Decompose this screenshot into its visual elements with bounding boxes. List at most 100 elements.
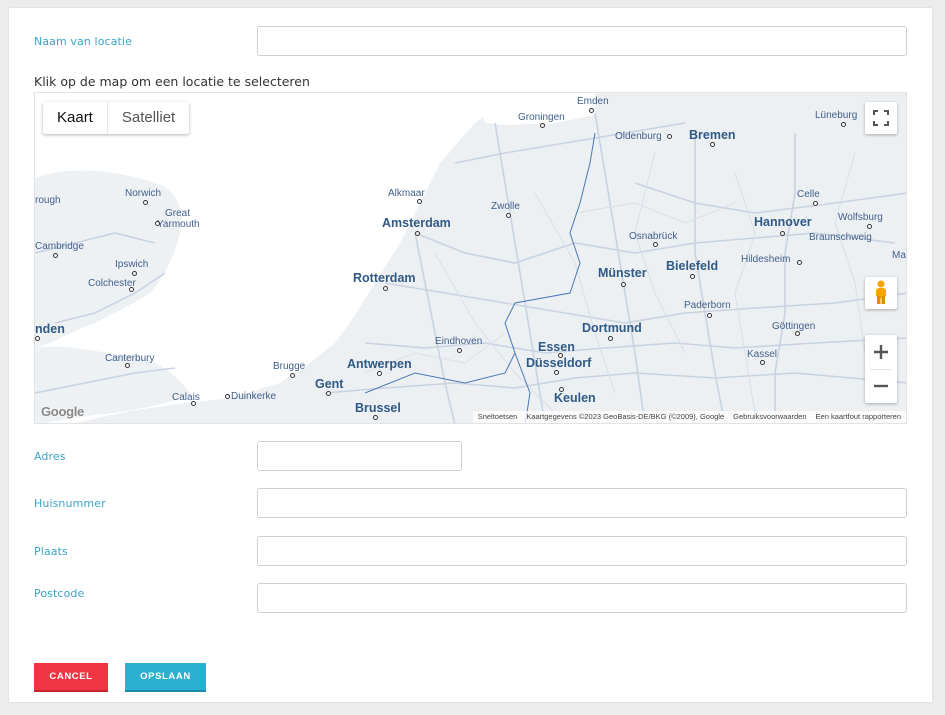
map-data-text: Kaartgegevens ©2023 GeoBasis-DE/BKG (©20… xyxy=(526,412,725,421)
city-label: Alkmaar xyxy=(388,188,425,199)
city-label: Great xyxy=(165,208,191,219)
city-input[interactable] xyxy=(257,536,907,566)
city-label: Göttingen xyxy=(772,321,816,332)
pegman-icon xyxy=(876,280,886,304)
postcode-label: Postcode xyxy=(34,587,85,600)
city-label: Gent xyxy=(315,377,344,391)
city-label: Wolfsburg xyxy=(838,212,883,223)
plus-icon xyxy=(874,345,888,359)
city-marker xyxy=(813,201,818,206)
city-label: Düsseldorf xyxy=(526,356,592,370)
cancel-button[interactable]: CANCEL xyxy=(34,663,108,690)
city-marker xyxy=(760,360,765,365)
postcode-input[interactable] xyxy=(257,583,907,613)
city-label: Duinkerke xyxy=(231,391,277,402)
city-label: Bielefeld xyxy=(666,259,719,273)
streetview-pegman-button[interactable] xyxy=(865,277,897,309)
city-marker xyxy=(506,213,511,218)
city-field-label: Plaats xyxy=(34,545,68,558)
city-marker xyxy=(710,142,715,147)
city-marker xyxy=(225,394,230,399)
city-marker xyxy=(608,336,613,341)
city-marker xyxy=(540,123,545,128)
keyboard-shortcuts-link[interactable]: Sneltoetsen xyxy=(478,411,518,423)
city-marker xyxy=(797,260,802,265)
city-label: Celle xyxy=(797,189,820,200)
city-label: Eindhoven xyxy=(435,336,483,347)
city-label: Lüneburg xyxy=(815,110,858,121)
report-error-link[interactable]: Een kaartfout rapporteren xyxy=(816,411,901,423)
map-type-kaart-button[interactable]: Kaart xyxy=(43,102,108,134)
city-marker xyxy=(841,122,846,127)
city-label: Oldenburg xyxy=(615,131,662,142)
city-marker xyxy=(35,336,40,341)
city-marker xyxy=(290,373,295,378)
name-label: Naam van locatie xyxy=(34,35,132,48)
city-label: Brugge xyxy=(273,361,306,372)
zoom-out-button[interactable] xyxy=(865,369,897,403)
zoom-divider xyxy=(870,369,892,370)
city-marker xyxy=(554,370,559,375)
address-label: Adres xyxy=(34,450,66,463)
city-marker xyxy=(457,348,462,353)
city-marker xyxy=(795,331,800,336)
city-marker xyxy=(621,282,626,287)
city-label: Keulen xyxy=(554,391,596,405)
city-marker xyxy=(191,401,196,406)
city-label: Canterbury xyxy=(105,353,155,364)
map[interactable]: Emden Groningen Oldenburg Bremen Lünebur… xyxy=(34,92,907,424)
city-label: Norwich xyxy=(125,188,162,199)
city-label: Münster xyxy=(598,266,647,280)
city-marker xyxy=(867,224,872,229)
city-marker xyxy=(667,134,672,139)
city-label: Kassel xyxy=(747,349,778,360)
city-label: Paderborn xyxy=(684,300,731,311)
google-logo: Google xyxy=(41,404,84,419)
city-label: Hildesheim xyxy=(741,254,791,265)
city-label: nden xyxy=(35,322,65,336)
city-marker xyxy=(132,271,137,276)
minus-icon xyxy=(874,384,888,388)
city-label: rough xyxy=(35,195,61,206)
city-marker xyxy=(377,371,382,376)
fullscreen-icon xyxy=(873,110,889,126)
city-label: Yarmouth xyxy=(157,219,200,230)
address-input[interactable] xyxy=(257,441,462,471)
city-label: Brussel xyxy=(355,401,401,415)
city-label: Osnabrück xyxy=(629,231,678,242)
fullscreen-button[interactable] xyxy=(865,102,897,134)
city-label: Zwolle xyxy=(491,201,520,212)
city-label: Cambridge xyxy=(35,241,84,252)
housenumber-label: Huisnummer xyxy=(34,497,106,510)
city-label: Antwerpen xyxy=(347,357,412,371)
city-marker xyxy=(373,415,378,420)
city-marker xyxy=(558,353,563,358)
city-marker xyxy=(589,108,594,113)
city-marker xyxy=(653,242,658,247)
location-name-input[interactable] xyxy=(257,26,907,56)
map-type-satelliet-button[interactable]: Satelliet xyxy=(108,102,189,134)
zoom-in-button[interactable] xyxy=(865,335,897,369)
city-marker xyxy=(125,363,130,368)
terms-link[interactable]: Gebruiksvoorwaarden xyxy=(733,411,806,423)
zoom-control xyxy=(865,335,897,403)
map-attribution-bar: Sneltoetsen Kaartgegevens ©2023 GeoBasis… xyxy=(472,411,906,423)
city-label: Braunschweig xyxy=(809,232,872,243)
housenumber-input[interactable] xyxy=(257,488,907,518)
city-label: Groningen xyxy=(518,112,565,123)
city-marker xyxy=(129,287,134,292)
city-marker xyxy=(690,274,695,279)
city-label: Bremen xyxy=(689,128,736,142)
city-marker xyxy=(383,286,388,291)
city-marker xyxy=(780,231,785,236)
city-label: Rotterdam xyxy=(353,271,416,285)
city-marker xyxy=(155,221,160,226)
city-marker xyxy=(326,391,331,396)
save-button[interactable]: OPSLAAN xyxy=(125,663,206,690)
city-label: Ipswich xyxy=(115,259,149,270)
map-hint: Klik op de map om een locatie te selecte… xyxy=(34,74,310,89)
city-label: Ma xyxy=(892,250,906,261)
city-label: Amsterdam xyxy=(382,216,451,230)
city-marker xyxy=(415,231,420,236)
city-marker xyxy=(559,387,564,392)
